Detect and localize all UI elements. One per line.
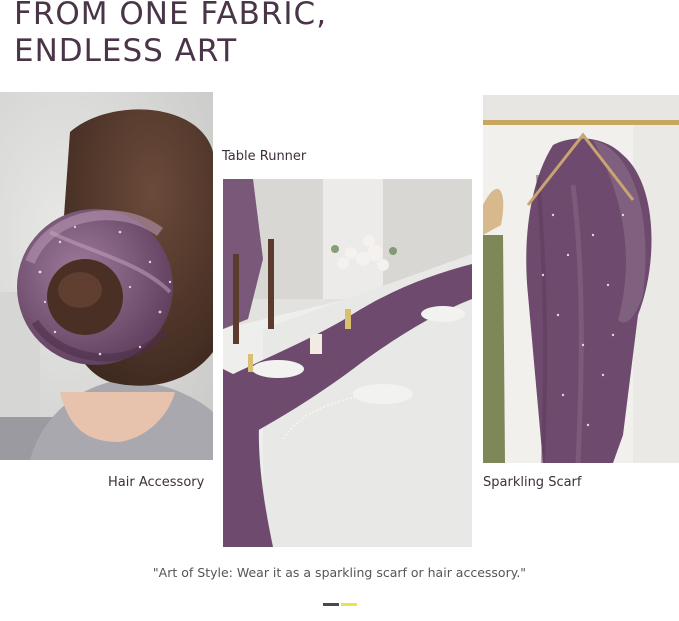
pager-indicator[interactable]	[341, 603, 357, 606]
table-runner-photo	[223, 179, 472, 547]
carousel-pager	[323, 603, 357, 606]
page-heading: FROM ONE FABRIC, ENDLESS ART	[14, 0, 327, 70]
heading-line-1: FROM ONE FABRIC,	[14, 0, 328, 32]
heading-line-2: ENDLESS ART	[14, 33, 238, 69]
table-runner-caption: Table Runner	[222, 149, 307, 164]
sparkling-scarf-caption: Sparkling Scarf	[483, 475, 582, 490]
sparkling-scarf-photo	[483, 95, 679, 463]
style-quote: "Art of Style: Wear it as a sparkling sc…	[152, 565, 527, 580]
pager-indicator-active[interactable]	[323, 603, 339, 606]
hair-accessory-caption: Hair Accessory	[108, 475, 205, 490]
hair-accessory-photo	[0, 92, 213, 460]
